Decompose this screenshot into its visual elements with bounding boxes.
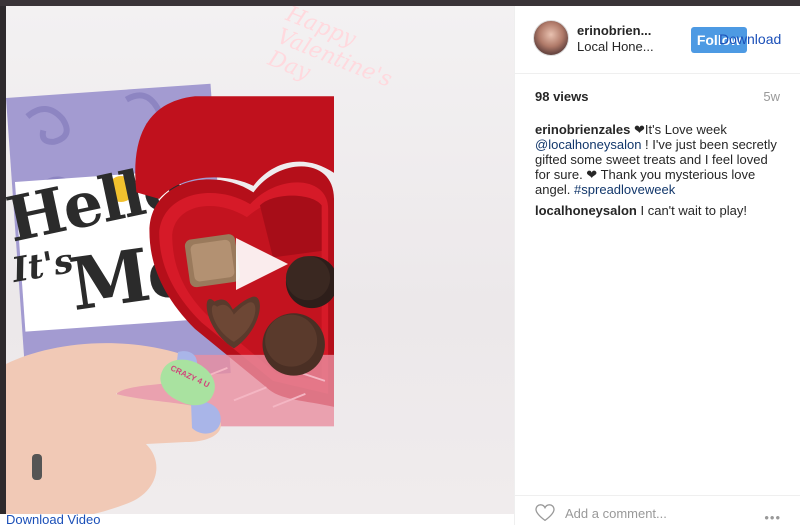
- post-panel: erinobrien... Local Hone... Follow Downl…: [514, 6, 800, 525]
- view-count: 98 views: [535, 89, 589, 104]
- location-link[interactable]: Local Hone...: [577, 39, 654, 54]
- download-link[interactable]: Download: [719, 31, 781, 47]
- chocolate-square: [184, 234, 241, 288]
- add-comment-input[interactable]: Add a comment...: [565, 506, 667, 521]
- comment-list: erinobrienzales ❤It's Love week @localho…: [535, 122, 779, 224]
- caption-hashtag[interactable]: #spreadloveweek: [574, 182, 675, 197]
- post-header: erinobrien... Local Hone... Follow Downl…: [515, 6, 800, 74]
- play-icon[interactable]: [236, 238, 288, 290]
- more-icon[interactable]: •••: [764, 510, 781, 525]
- avatar[interactable]: [533, 20, 569, 56]
- heart-icon[interactable]: [535, 504, 555, 522]
- comment-user[interactable]: localhoneysalon: [535, 203, 637, 218]
- comment-bar: Add a comment... •••: [515, 495, 800, 525]
- comment-item: localhoneysalon I can't wait to play!: [535, 203, 779, 218]
- username-link[interactable]: erinobrien...: [577, 23, 651, 38]
- caption: erinobrienzales ❤It's Love week @localho…: [535, 122, 779, 197]
- post-age[interactable]: 5w: [763, 89, 780, 104]
- caption-text-1: ❤It's Love week: [634, 122, 727, 137]
- download-video-link[interactable]: Download Video: [6, 513, 100, 525]
- caption-mention[interactable]: @localhoneysalon: [535, 137, 641, 152]
- hand: [6, 343, 221, 514]
- video-player[interactable]: Hello It's Me Happy Valentine's Day CRAZ…: [0, 6, 514, 514]
- caption-user[interactable]: erinobrienzales: [535, 122, 630, 137]
- comment-text: I can't wait to play!: [636, 203, 748, 218]
